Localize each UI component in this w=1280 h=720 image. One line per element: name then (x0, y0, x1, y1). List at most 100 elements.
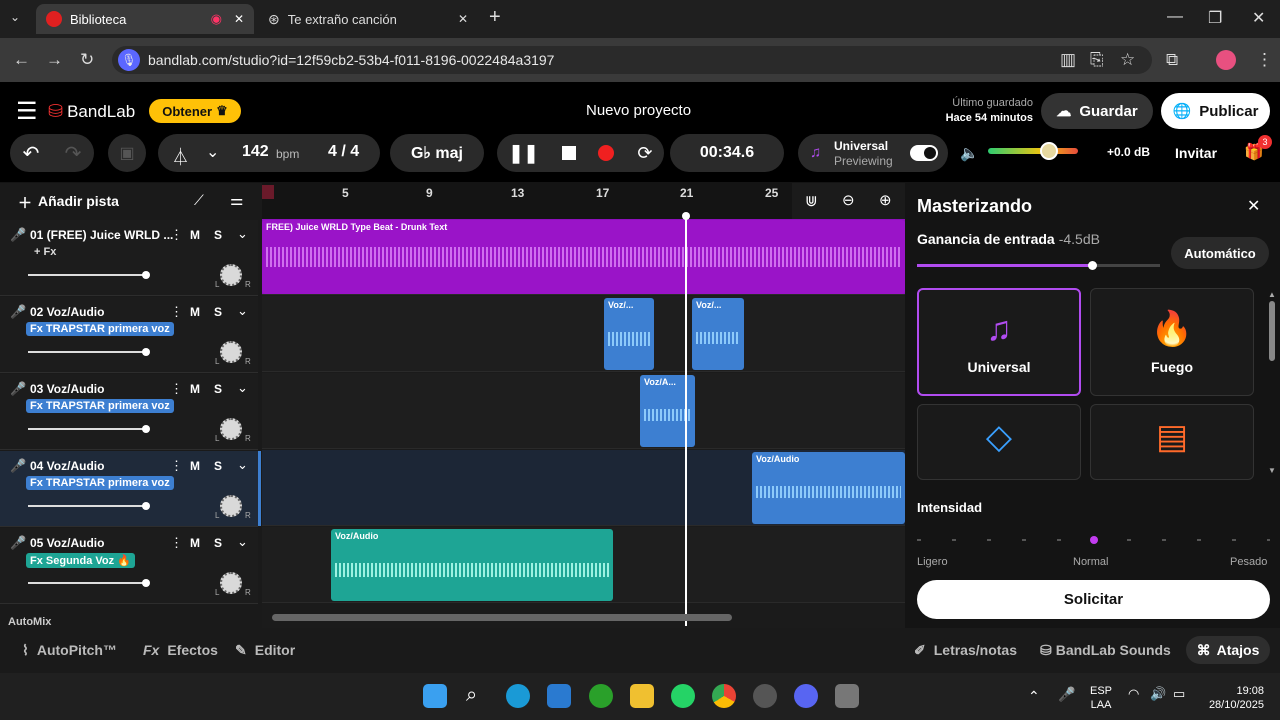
store-icon[interactable] (547, 684, 571, 708)
effects-button[interactable]: Fx Efectos (143, 642, 218, 658)
forward-icon[interactable]: → (46, 50, 63, 70)
close-tab-icon[interactable]: ✕ (234, 12, 244, 26)
snap-magnet-icon[interactable]: ⋓ (805, 192, 818, 210)
address-bar[interactable]: 🎙 bandlab.com/studio?id=12f59cb2-53b4-f0… (112, 46, 1152, 74)
shortcuts-button[interactable]: ⌘ Atajos (1186, 636, 1270, 664)
pause-icon[interactable]: ❚❚ (508, 143, 538, 164)
input-gain-knob[interactable] (1087, 261, 1097, 270)
horizontal-scrollbar[interactable] (272, 614, 732, 621)
lane-3[interactable] (262, 373, 905, 449)
save-local-button[interactable]: ▣ (108, 134, 146, 172)
bandlab-sounds-button[interactable]: ⛁ BandLab Sounds (1040, 642, 1171, 659)
invite-button[interactable]: Invitar (1175, 145, 1217, 161)
solo-button[interactable]: S (214, 305, 222, 319)
edge-icon[interactable] (506, 684, 530, 708)
clip-voz-5[interactable]: Voz/Audio (331, 529, 613, 601)
clip-voz-1[interactable]: Voz/... (604, 298, 654, 370)
lane-2[interactable] (262, 296, 905, 372)
editor-button[interactable]: ✎ Editor (235, 642, 295, 659)
battery-icon[interactable]: ▭ (1173, 686, 1185, 702)
track-fx-chip[interactable]: Fx TRAPSTAR primera voz (26, 399, 174, 413)
pan-dial[interactable] (220, 418, 242, 440)
bpm-value[interactable]: 142 (242, 143, 269, 161)
request-button[interactable]: Solicitar (917, 580, 1270, 619)
presets-scrollbar[interactable]: ▲ ▼ (1268, 290, 1276, 480)
clock[interactable]: 19:08 28/10/2025 (1200, 684, 1264, 712)
track-menu-icon[interactable]: ⋮ (170, 304, 183, 320)
reload-icon[interactable]: ↻ (80, 50, 94, 70)
track-header[interactable]: 🎤 02 Voz/Audio Fx TRAPSTAR primera voz ⋮ M S ⌄… (0, 297, 258, 373)
whatsapp-icon[interactable] (671, 684, 695, 708)
mute-button[interactable]: M (190, 305, 200, 319)
pan-dial[interactable] (220, 495, 242, 517)
windows-start-icon[interactable] (423, 684, 447, 708)
close-tab-icon[interactable]: ✕ (458, 12, 468, 26)
track-volume-knob[interactable] (142, 271, 150, 279)
preset-card[interactable]: ◇ (917, 404, 1081, 480)
stop-icon[interactable] (561, 146, 576, 160)
track-header[interactable]: 🎤 04 Voz/Audio Fx TRAPSTAR primera voz ⋮ M S ⌄… (0, 451, 258, 527)
track-menu-icon[interactable]: ⋮ (170, 458, 183, 474)
track-volume-knob[interactable] (142, 348, 150, 356)
track-name[interactable]: 05 Voz/Audio (30, 536, 104, 550)
solo-button[interactable]: S (214, 536, 222, 550)
automation-icon[interactable]: ⟋ (194, 192, 204, 209)
new-tab-button[interactable]: + (489, 6, 501, 29)
game-icon[interactable] (835, 684, 859, 708)
track-name[interactable]: 02 Voz/Audio (30, 305, 104, 319)
publish-button[interactable]: 🌐 Publicar (1161, 93, 1270, 129)
tray-chevron-icon[interactable]: ⌃ (1028, 688, 1040, 705)
mute-button[interactable]: M (190, 228, 200, 242)
obtener-button[interactable]: Obtener ♛ (149, 99, 241, 123)
track-volume-knob[interactable] (142, 579, 150, 587)
clip-beat[interactable]: FREE) Juice WRLD Type Beat - Drunk Text (262, 220, 905, 294)
scroll-down-icon[interactable]: ▼ (1268, 466, 1276, 475)
back-icon[interactable]: ← (13, 50, 30, 70)
discord-icon[interactable] (794, 684, 818, 708)
volume-icon[interactable]: 🔊 (1150, 686, 1166, 702)
close-window-button[interactable]: ✕ (1252, 8, 1265, 28)
file-explorer-icon[interactable] (630, 684, 654, 708)
track-menu-icon[interactable]: ⋮ (170, 381, 183, 397)
speaker-icon[interactable]: 🔈 (960, 144, 979, 162)
record-icon[interactable] (598, 145, 615, 161)
track-expand-icon[interactable]: ⌄ (237, 303, 248, 319)
automatic-button[interactable]: Automático (1171, 237, 1269, 269)
profile-avatar[interactable] (1216, 50, 1236, 70)
lyrics-button[interactable]: ✐ Letras/notas (914, 642, 1017, 659)
track-menu-icon[interactable]: ⋮ (170, 535, 183, 551)
scroll-thumb[interactable] (1269, 301, 1275, 361)
tracks-settings-icon[interactable]: ⚌ (230, 191, 243, 209)
recorder-icon[interactable] (753, 684, 777, 708)
track-expand-icon[interactable]: ⌄ (237, 534, 248, 550)
minimize-button[interactable]: — (1167, 8, 1183, 26)
track-header[interactable]: 🎤 01 (FREE) Juice WRLD ... + Fx ⋮ M S ⌄ L R (0, 220, 258, 296)
intensity-slider[interactable] (917, 536, 1270, 544)
zoom-in-icon[interactable]: ⊕ (879, 191, 892, 209)
loop-start-marker[interactable] (262, 185, 274, 199)
intensity-knob[interactable] (1090, 536, 1098, 544)
track-expand-icon[interactable]: ⌄ (237, 380, 248, 396)
track-volume-slider[interactable] (28, 579, 150, 587)
preset-card[interactable]: 🔥 Fuego (1090, 288, 1254, 396)
playhead-handle[interactable] (682, 212, 690, 220)
pan-dial[interactable] (220, 264, 242, 286)
track-volume-knob[interactable] (142, 502, 150, 510)
time-signature[interactable]: 4 / 4 (328, 143, 359, 161)
track-volume-slider[interactable] (28, 348, 150, 356)
save-button[interactable]: ☁ Guardar (1041, 93, 1153, 129)
key-button[interactable]: G♭ maj (390, 134, 484, 172)
site-info-icon[interactable]: 🎙 (118, 49, 140, 71)
loop-icon[interactable]: ⟳ (637, 143, 652, 164)
preset-card[interactable]: ▤ (1090, 404, 1254, 480)
track-volume-slider[interactable] (28, 425, 150, 433)
browser-menu-icon[interactable]: ⋮ (1256, 50, 1273, 70)
track-volume-knob[interactable] (142, 425, 150, 433)
track-volume-slider[interactable] (28, 502, 150, 510)
track-fx-chip[interactable]: Fx TRAPSTAR primera voz (26, 322, 174, 336)
tab-search-button[interactable]: ⌄ (10, 10, 20, 24)
track-fx-chip[interactable]: + Fx (30, 245, 60, 259)
hamburger-menu-icon[interactable]: ☰ (16, 97, 38, 126)
mute-button[interactable]: M (190, 536, 200, 550)
extensions-icon[interactable]: ⧉ (1166, 50, 1178, 70)
